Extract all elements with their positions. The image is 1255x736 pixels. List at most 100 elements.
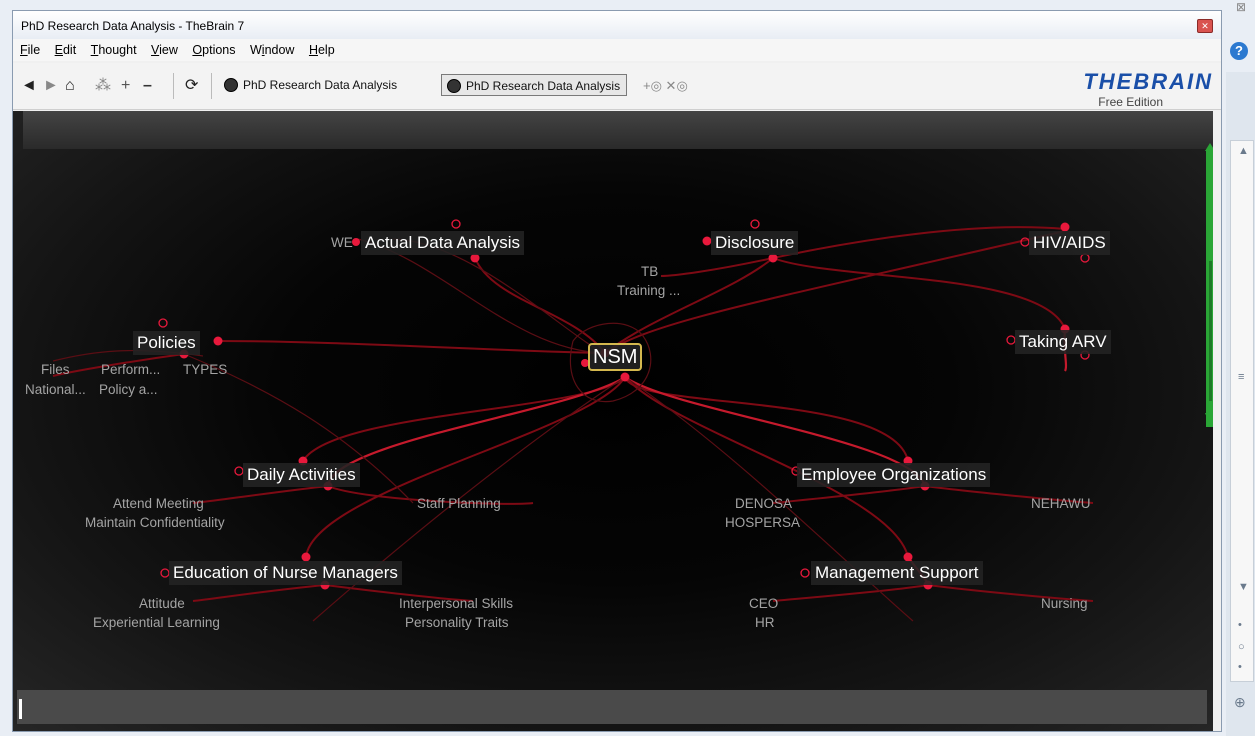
plex-area[interactable]: WE Actual Data Analysis Disclosure TB Tr… (13, 111, 1213, 731)
refresh-icon[interactable]: ⟳ (185, 77, 198, 95)
node-dot (213, 336, 223, 346)
link-line (392, 238, 606, 354)
thought-daily-activities[interactable]: Daily Activities (243, 463, 360, 487)
title-bar: PhD Research Data Analysis - TheBrain 7 … (13, 11, 1221, 39)
side-circle-icon[interactable]: ○ (1238, 641, 1245, 653)
node-dot (352, 238, 360, 246)
scroll-up-arrow-icon[interactable] (1205, 143, 1213, 151)
thought-child[interactable]: WE (331, 234, 353, 251)
app-window: PhD Research Data Analysis - TheBrain 7 … (12, 10, 1222, 732)
node-ring (1006, 335, 1016, 345)
link-line (772, 485, 926, 504)
thought-disclosure[interactable]: Disclosure (711, 231, 799, 255)
link-line (192, 485, 329, 504)
thought-child[interactable]: CEO (749, 595, 778, 612)
thought-child[interactable]: Attitude (139, 595, 185, 612)
scroll-down-arrow-icon[interactable] (1205, 413, 1213, 425)
thought-child[interactable]: DENOSA (735, 495, 792, 512)
side-small-icon[interactable]: • (1238, 661, 1242, 673)
brain-icon (447, 79, 461, 93)
thought-center-nsm[interactable]: NSM (588, 343, 643, 371)
edition-label: Free Edition (1098, 95, 1163, 109)
thought-management-support[interactable]: Management Support (811, 561, 983, 585)
menu-edit[interactable]: Edit (55, 43, 77, 57)
thought-child[interactable]: TB (641, 263, 658, 280)
thought-taking-arv[interactable]: Taking ARV (1015, 330, 1111, 354)
side-scroll-track[interactable]: ▲ ≡ ▼ • ○ • (1230, 140, 1254, 682)
node-ring (160, 568, 170, 578)
thought-education-of-nurse-managers[interactable]: Education of Nurse Managers (169, 561, 402, 585)
thought-child[interactable]: TYPES (183, 361, 227, 378)
plex-scroll-thumb[interactable] (1209, 261, 1212, 401)
node-ring (800, 568, 810, 578)
side-scroll-thumb-icon[interactable]: ≡ (1238, 371, 1244, 383)
link-line (357, 238, 606, 354)
tab-brain-2[interactable]: PhD Research Data Analysis (441, 74, 628, 96)
thought-child[interactable]: Staff Planning (417, 495, 501, 512)
node-ring (1080, 253, 1090, 263)
menu-bar: File Edit Thought View Options Window He… (13, 39, 1221, 61)
toolbar-separator (173, 73, 174, 99)
thought-child[interactable]: Maintain Confidentiality (85, 514, 225, 531)
link-line (217, 340, 606, 354)
tab-label: PhD Research Data Analysis (243, 78, 398, 92)
new-tab-icon[interactable]: +◎ ✕◎ (643, 77, 688, 95)
zoom-in-icon[interactable]: ⊕ (1234, 694, 1246, 711)
link-line (302, 376, 626, 462)
close-icon[interactable]: ✕ (1197, 19, 1213, 33)
link-line (772, 584, 929, 602)
side-down-icon[interactable]: ▼ (1238, 581, 1249, 593)
thought-child[interactable]: Policy a... (99, 381, 158, 398)
thought-child[interactable]: NEHAWU (1031, 495, 1091, 512)
add-thought-icon[interactable]: + (121, 77, 130, 95)
window-title: PhD Research Data Analysis - TheBrain 7 (21, 19, 245, 33)
link-line (772, 257, 1066, 330)
toolbar: ◄ ► ⌂ ⁂ + – ⟳ PhD Research Data Analysis… (13, 63, 1221, 110)
thought-child[interactable]: HOSPERSA (725, 514, 800, 531)
link-line (474, 257, 606, 354)
node-ring (234, 466, 244, 476)
thought-child[interactable]: Nursing (1041, 595, 1088, 612)
node-ring (451, 219, 461, 229)
thought-child[interactable]: Attend Meeting (113, 495, 204, 512)
thought-child[interactable]: Interpersonal Skills (399, 595, 513, 612)
thought-actual-data-analysis[interactable]: Actual Data Analysis (361, 231, 524, 255)
menu-view[interactable]: View (151, 43, 178, 57)
forward-icon[interactable]: ► (43, 77, 59, 95)
thought-child[interactable]: Training ... (617, 282, 680, 299)
network-icon[interactable]: ⁂ (95, 77, 111, 95)
menu-options[interactable]: Options (192, 43, 235, 57)
node-ring (1020, 237, 1030, 247)
outer-close-icon[interactable]: ⊠ (1236, 0, 1246, 14)
thought-child[interactable]: HR (755, 614, 775, 631)
side-tool-icon[interactable]: ▲ (1238, 145, 1249, 157)
tab-brain-1[interactable]: PhD Research Data Analysis (219, 74, 403, 96)
menu-file[interactable]: File (20, 43, 40, 57)
thought-child[interactable]: National... (25, 381, 86, 398)
menu-help[interactable]: Help (309, 43, 335, 57)
thought-hiv-aids[interactable]: HIV/AIDS (1029, 231, 1110, 255)
thought-child[interactable]: Experiential Learning (93, 614, 220, 631)
thought-child[interactable]: Personality Traits (405, 614, 509, 631)
tab-label: PhD Research Data Analysis (466, 79, 621, 93)
home-icon[interactable]: ⌂ (65, 77, 75, 95)
link-line (604, 257, 774, 354)
text-cursor (19, 699, 22, 719)
back-icon[interactable]: ◄ (21, 77, 37, 95)
remove-thought-icon[interactable]: – (143, 77, 152, 95)
thought-child[interactable]: Files (41, 361, 70, 378)
menu-thought[interactable]: Thought (91, 43, 137, 57)
thought-input-bar[interactable] (17, 690, 1207, 724)
menu-window[interactable]: Window (250, 43, 294, 57)
help-icon[interactable]: ? (1230, 42, 1248, 60)
node-dot (620, 372, 630, 382)
thought-policies[interactable]: Policies (133, 331, 200, 355)
node-ring (158, 318, 168, 328)
link-line (624, 376, 909, 462)
thought-employee-organizations[interactable]: Employee Organizations (797, 463, 991, 487)
brain-icon (224, 78, 238, 92)
link-line (660, 257, 774, 277)
thought-child[interactable]: Perform... (101, 361, 160, 378)
link-line (192, 584, 326, 602)
side-small-icon[interactable]: • (1238, 619, 1242, 631)
